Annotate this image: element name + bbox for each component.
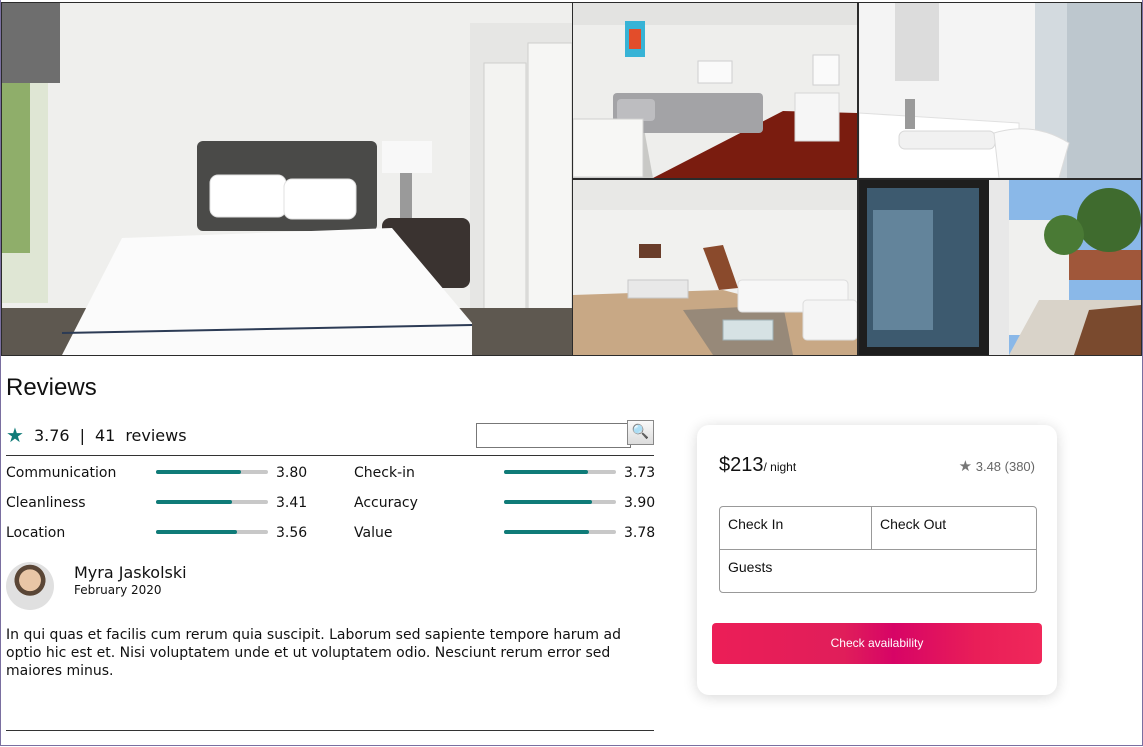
rating-separator: | <box>79 425 85 445</box>
check-availability-button[interactable]: Check availability <box>712 623 1042 664</box>
rating-bar-fill <box>156 530 237 534</box>
booking-fields: Check In Check Out Guests <box>719 506 1037 593</box>
rating-bar-fill <box>504 500 593 504</box>
guests-label: Guests <box>728 559 773 575</box>
check-in-field[interactable]: Check In <box>720 507 871 549</box>
photo-living-room[interactable] <box>573 180 857 355</box>
reviewer-name[interactable]: Myra Jaskolski <box>74 563 187 582</box>
category-label-cleanliness: Cleanliness <box>6 495 86 511</box>
rating-bar-accuracy <box>504 500 616 504</box>
reviews-divider-bottom <box>6 730 654 731</box>
category-label-communication: Communication <box>6 465 117 481</box>
category-label-value: Value <box>354 525 393 541</box>
check-out-label: Check Out <box>880 516 947 532</box>
score-accuracy: 3.90 <box>624 495 656 511</box>
rating-bar-cleanliness <box>156 500 268 504</box>
rating-bar-fill <box>504 470 588 474</box>
photo-bathroom[interactable] <box>859 3 1141 178</box>
category-label-check-in: Check-in <box>354 465 415 481</box>
photo-patio[interactable] <box>859 180 1141 355</box>
score-communication: 3.80 <box>276 465 308 481</box>
category-label-location: Location <box>6 525 66 541</box>
card-rating: ★ 3.48 (380) <box>959 457 1035 475</box>
guests-field[interactable]: Guests <box>720 550 1036 592</box>
booking-card: $213/ night ★ 3.48 (380) Check In Check … <box>697 425 1057 695</box>
price-amount: $213 <box>719 454 764 476</box>
score-location: 3.56 <box>276 525 308 541</box>
review-count: 41 <box>94 425 116 445</box>
reviews-divider-top <box>6 455 654 456</box>
search-button[interactable]: 🔍 <box>627 420 654 445</box>
reviews-search-input[interactable] <box>476 423 631 448</box>
reviewer-avatar[interactable] <box>6 562 54 610</box>
rating-bar-fill <box>504 530 590 534</box>
photo-main-bedroom[interactable] <box>2 3 572 355</box>
price-unit: / night <box>763 460 797 474</box>
nightly-price: $213/ night <box>719 454 796 477</box>
rating-bar-value <box>504 530 616 534</box>
rating-bar-fill <box>156 500 233 504</box>
review-count-label: reviews <box>125 425 187 445</box>
photo-gallery <box>1 2 1142 356</box>
rating-summary: ★ 3.76 | 41 reviews <box>6 425 187 445</box>
rating-bar-communication <box>156 470 268 474</box>
review-body: In qui quas et facilis cum rerum quia su… <box>6 627 621 679</box>
rating-bar-fill <box>156 470 242 474</box>
review-date: February 2020 <box>74 583 162 597</box>
card-rating-value: 3.48 (380) <box>975 459 1035 474</box>
magnifier-icon: 🔍 <box>631 424 650 440</box>
score-check-in: 3.73 <box>624 465 656 481</box>
photo-bedroom-2[interactable] <box>573 3 857 178</box>
check-out-field[interactable]: Check Out <box>872 507 1036 549</box>
star-icon: ★ <box>958 458 973 475</box>
rating-bar-location <box>156 530 268 534</box>
check-in-label: Check In <box>728 516 784 532</box>
star-icon: ★ <box>6 423 24 447</box>
score-cleanliness: 3.41 <box>276 495 308 511</box>
reviews-heading: Reviews <box>6 374 97 401</box>
score-value: 3.78 <box>624 525 656 541</box>
overall-rating: 3.76 <box>33 425 70 445</box>
rating-bar-check-in <box>504 470 616 474</box>
category-label-accuracy: Accuracy <box>354 495 418 511</box>
